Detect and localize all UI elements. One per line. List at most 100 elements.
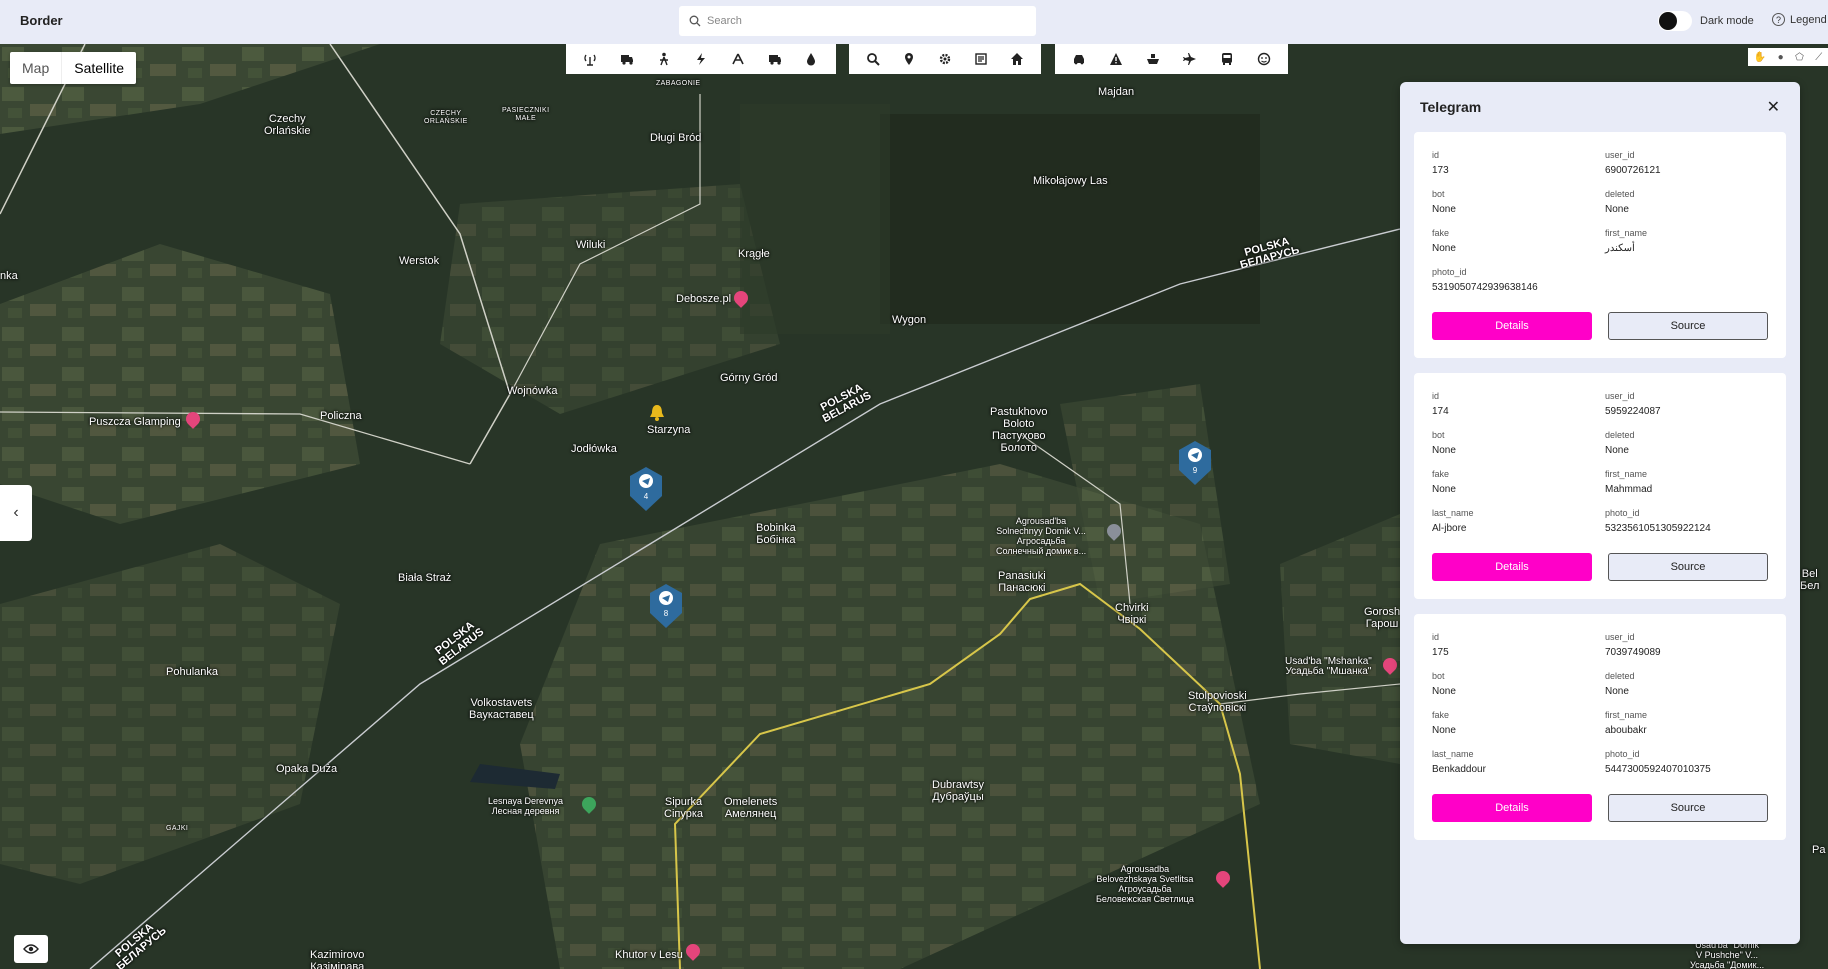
field-first-name: first_name aboubakr [1605,710,1648,736]
place-label: Krągłe [738,248,770,260]
place-label: Majdan [1098,86,1135,98]
telegram-record-card: id 175 user_id 7039749089 bot None deleted N… [1414,614,1786,840]
warning-icon[interactable] [1104,47,1128,71]
car-icon[interactable] [1067,47,1091,71]
panel-title: Telegram [1420,99,1482,115]
map-type-satellite-button[interactable]: Satellite [61,52,136,84]
legend-button[interactable]: ? Legend [1772,13,1827,26]
lorry-icon[interactable] [763,47,787,71]
truck-icon[interactable] [615,47,639,71]
place-label: Biała Straż [398,572,452,584]
place-label: ZABAGONIE [656,80,701,87]
close-icon[interactable]: ✕ [1767,97,1780,117]
place-label: Usad'ba "Domik V Pushche" V... Усадьба "… [1690,940,1765,969]
panel-header: Telegram ✕ [1414,82,1786,132]
hand-icon[interactable]: ✋ [1754,52,1766,63]
details-button[interactable]: Details [1432,794,1592,822]
field-id: id 174 [1432,391,1449,417]
place-label: Opaka Duża [276,763,338,775]
details-button[interactable]: Details [1432,553,1592,581]
place-label: Debosze.pl [676,293,732,305]
map-type-switch: Map Satellite [10,52,137,84]
dark-mode-label: Dark mode [1700,15,1754,27]
telegram-record-card: id 173 user_id 6900726121 bot None deleted N… [1414,132,1786,358]
field-bot: bot None [1432,189,1456,215]
telegram-panel: Telegram ✕ id 173 user_id 6900726121 bot No… [1400,82,1800,944]
place-label: Khutor v Lesu [615,949,683,961]
source-button[interactable]: Source [1608,794,1768,822]
field-bot: bot None [1432,671,1456,697]
circle-tool-icon[interactable]: ● [1778,52,1784,63]
gear-icon[interactable] [933,47,957,71]
bus-icon[interactable] [1215,47,1239,71]
top-bar: Border Dark mode ? Legend [0,0,1828,44]
telegram-record-card: id 174 user_id 5959224087 bot None deleted N… [1414,373,1786,599]
place-label: Wojnówka [507,385,558,397]
newspaper-icon[interactable] [969,47,993,71]
house-icon[interactable] [1005,47,1029,71]
place-label: CZECHY ORLAŃSKIE [424,110,468,125]
location-pin-icon[interactable] [897,47,921,71]
place-label: Czechy Orlańskie [264,113,311,137]
alarm-bell-icon[interactable] [648,404,666,422]
field-deleted: deleted None [1605,189,1635,215]
field-fake: fake None [1432,228,1456,254]
ship-icon[interactable] [1141,47,1165,71]
place-label: Gorosh Гарош [1364,606,1401,630]
search-zoom-icon[interactable] [861,47,885,71]
place-label: nka [0,270,18,282]
place-label: Chvirki Чвіркі [1115,602,1149,626]
place-label: Agrousad'ba Solnechnyy Domik V... Агроса… [996,516,1087,556]
chevron-left-icon: ‹ [13,504,19,521]
field-first-name: first_name Mahmmad [1605,469,1653,495]
sidebar-expand-button[interactable]: ‹ [0,485,32,541]
search-input[interactable] [707,15,1027,27]
place-label: Bobinka Бобінка [756,522,796,546]
place-label: Sipurka Сіпурка [664,796,704,820]
place-label: Bel Бел [1800,568,1820,592]
line-tool-icon[interactable]: ⟋ [1815,52,1822,63]
network-icon[interactable] [726,47,750,71]
place-label: Lesnaya Derevnya Лесная деревня [488,796,564,816]
telegram-cluster-marker[interactable]: 9 [1177,441,1213,485]
field-fake: fake None [1432,469,1456,495]
map-type-map-button[interactable]: Map [10,52,61,84]
field-id: id 175 [1432,632,1449,658]
map-drawing-controls: ✋ ● ⬠ ⟋ [1748,48,1828,66]
person-icon[interactable] [652,47,676,71]
details-button[interactable]: Details [1432,312,1592,340]
place-label: Pa [1812,844,1826,856]
eye-icon [23,944,39,954]
telegram-cluster-marker[interactable]: 4 [628,467,664,511]
place-label: Werstok [399,255,440,267]
place-label: Wygon [892,314,927,326]
face-icon[interactable] [1252,47,1276,71]
polygon-tool-icon[interactable]: ⬠ [1795,52,1804,63]
field-deleted: deleted None [1605,430,1635,456]
field-photo-id: photo_id 5447300592407010375 [1605,749,1711,775]
place-label: Agrousadba Belovezhskaya Svetlitsa Агроу… [1096,864,1194,904]
field-id: id 173 [1432,150,1449,176]
antenna-icon[interactable] [578,47,602,71]
search-box[interactable] [679,6,1036,36]
place-label: Usad'ba "Mshanka" Усадьба "Мшанка" [1285,656,1372,677]
field-fake: fake None [1432,710,1456,736]
help-icon: ? [1772,13,1785,26]
field-photo-id: photo_id 5319050742939638146 [1432,267,1538,293]
place-label: Wiluki [576,239,606,251]
legend-label: Legend [1790,13,1827,26]
dark-mode-toggle[interactable] [1658,11,1692,31]
field-last-name: last_name Benkaddour [1432,749,1486,775]
source-button[interactable]: Source [1608,312,1768,340]
telegram-cluster-marker[interactable]: 8 [648,584,684,628]
field-photo-id: photo_id 5323561051305922124 [1605,508,1711,534]
dark-mode-control[interactable]: Dark mode [1658,11,1754,31]
water-drop-icon[interactable] [799,47,823,71]
place-label: PASIECZNIKI MAŁE [502,107,550,122]
plane-icon[interactable] [1178,47,1202,71]
source-button[interactable]: Source [1608,553,1768,581]
lightning-icon[interactable] [689,47,713,71]
field-user-id: user_id 7039749089 [1605,632,1661,658]
search-icon [689,15,701,27]
visibility-toggle-button[interactable] [14,935,48,963]
